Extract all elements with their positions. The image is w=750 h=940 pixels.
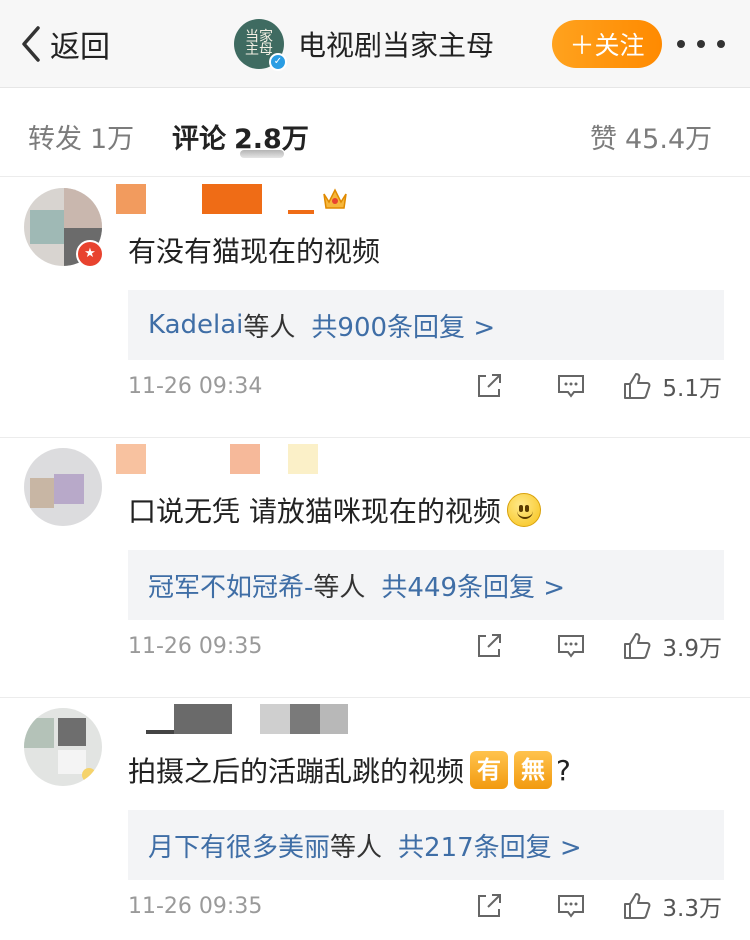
like-button[interactable]: 3.3万 bbox=[622, 889, 722, 923]
reply-total: 共449条回复 > bbox=[381, 572, 566, 603]
like-button[interactable]: 3.9万 bbox=[622, 629, 722, 663]
tab-indicator bbox=[240, 150, 284, 158]
commenter-name-blurred[interactable] bbox=[116, 444, 436, 476]
like-button[interactable]: 5.1万 bbox=[622, 369, 722, 403]
comment-item: 口说无凭 请放猫咪现在的视频 冠军不如冠希- 等人 共449条回复 > 11-26 … bbox=[0, 438, 750, 698]
more-options-button[interactable] bbox=[677, 40, 725, 50]
thumbs-up-icon bbox=[624, 893, 651, 919]
share-button[interactable] bbox=[474, 891, 504, 921]
more-dot-icon bbox=[677, 40, 685, 48]
reply-button[interactable] bbox=[556, 371, 586, 401]
account-avatar[interactable]: 当家主母 ✓ bbox=[234, 19, 287, 71]
comment-item: ★ 有没有猫现在的视频 Kadelai 等人 共900条回复 > 11-26 09:… bbox=[0, 178, 750, 438]
commenter-name-blurred[interactable] bbox=[116, 184, 436, 216]
comment-text: 有没有猫现在的视频 bbox=[128, 235, 381, 268]
more-dot-icon bbox=[717, 40, 725, 48]
comment-text-body: 拍摄之后的活蹦乱跳的视频 bbox=[128, 755, 465, 788]
crown-badge-icon bbox=[323, 188, 347, 209]
reply-button[interactable] bbox=[556, 631, 586, 661]
top-nav-bar: 返回 当家主母 ✓ 电视剧当家主母 ＋关注 bbox=[0, 0, 750, 88]
comment-actions: 5.1万 bbox=[474, 364, 722, 408]
thumbs-up-icon bbox=[624, 633, 651, 659]
more-dot-icon bbox=[697, 40, 705, 48]
verified-badge-icon: ★ bbox=[76, 240, 104, 268]
comment-item: 拍摄之后的活蹦乱跳的视频 有 無 ? 月下有很多美丽 等人 共217条回复 > 11… bbox=[0, 698, 750, 940]
like-count: 5.1万 bbox=[662, 376, 722, 402]
thumbs-up-icon bbox=[624, 373, 651, 399]
share-icon bbox=[478, 374, 502, 397]
comment-text: 口说无凭 请放猫咪现在的视频 bbox=[128, 490, 541, 530]
tab-repost-label: 转发 bbox=[28, 124, 82, 155]
account-info[interactable]: 当家主母 ✓ 电视剧当家主母 bbox=[234, 18, 495, 71]
stats-bar: 转发 1万 评论 2.8万 赞 45.4万 bbox=[0, 89, 750, 177]
comment-icon bbox=[558, 895, 585, 918]
tab-repost-count: 1万 bbox=[90, 124, 135, 155]
tab-like[interactable]: 赞 45.4万 bbox=[590, 117, 712, 156]
tab-like-count: 45.4万 bbox=[625, 124, 713, 155]
avatar[interactable] bbox=[24, 448, 102, 526]
comment-time: 11-26 09:35 bbox=[128, 634, 263, 659]
share-button[interactable] bbox=[474, 371, 504, 401]
like-count: 3.9万 bbox=[662, 636, 722, 662]
comment-actions: 3.3万 bbox=[474, 884, 722, 928]
avatar[interactable] bbox=[24, 708, 102, 786]
tab-like-label: 赞 bbox=[590, 124, 617, 155]
commenter-name-blurred[interactable] bbox=[116, 704, 436, 736]
reply-and: 等人 bbox=[330, 832, 383, 863]
comment-time: 11-26 09:34 bbox=[128, 374, 263, 399]
smile-emoji-icon bbox=[506, 493, 541, 527]
reply-and: 等人 bbox=[243, 312, 296, 343]
emoji-wu-tag: 無 bbox=[514, 751, 553, 789]
back-button[interactable]: 返回 bbox=[18, 20, 110, 68]
reply-users: 冠军不如冠希- bbox=[148, 572, 314, 603]
share-icon bbox=[478, 894, 502, 917]
comment-time: 11-26 09:35 bbox=[128, 894, 263, 919]
replies-summary[interactable]: 月下有很多美丽 等人 共217条回复 > bbox=[128, 810, 724, 880]
comment-text-tail: ? bbox=[556, 753, 571, 787]
verified-icon: ✓ bbox=[269, 53, 287, 71]
reply-users: 月下有很多美丽 bbox=[148, 832, 331, 863]
like-count: 3.3万 bbox=[662, 896, 722, 922]
comment-icon bbox=[558, 375, 585, 398]
reply-users: Kadelai bbox=[148, 310, 244, 340]
chevron-left-icon bbox=[22, 26, 40, 62]
tab-comment-label: 评论 bbox=[172, 124, 226, 155]
replies-summary[interactable]: 冠军不如冠希- 等人 共449条回复 > bbox=[128, 550, 724, 620]
comment-text: 拍摄之后的活蹦乱跳的视频 有 無 ? bbox=[128, 750, 571, 790]
replies-summary[interactable]: Kadelai 等人 共900条回复 > bbox=[128, 290, 724, 360]
share-icon bbox=[478, 634, 502, 657]
tab-repost[interactable]: 转发 1万 bbox=[28, 117, 134, 156]
reply-total: 共217条回复 > bbox=[398, 832, 582, 863]
reply-total: 共900条回复 > bbox=[311, 312, 496, 343]
comment-text-body: 口说无凭 请放猫咪现在的视频 bbox=[128, 495, 501, 528]
follow-button[interactable]: ＋关注 bbox=[552, 20, 662, 68]
comment-actions: 3.9万 bbox=[474, 624, 722, 668]
account-avatar-text: 当家主母 bbox=[245, 29, 273, 58]
back-label: 返回 bbox=[50, 30, 110, 65]
reply-button[interactable] bbox=[556, 891, 586, 921]
comment-icon bbox=[558, 635, 585, 658]
reply-and: 等人 bbox=[313, 572, 366, 603]
account-name: 电视剧当家主母 bbox=[298, 29, 495, 62]
emoji-you-tag: 有 bbox=[470, 751, 509, 789]
share-button[interactable] bbox=[474, 631, 504, 661]
